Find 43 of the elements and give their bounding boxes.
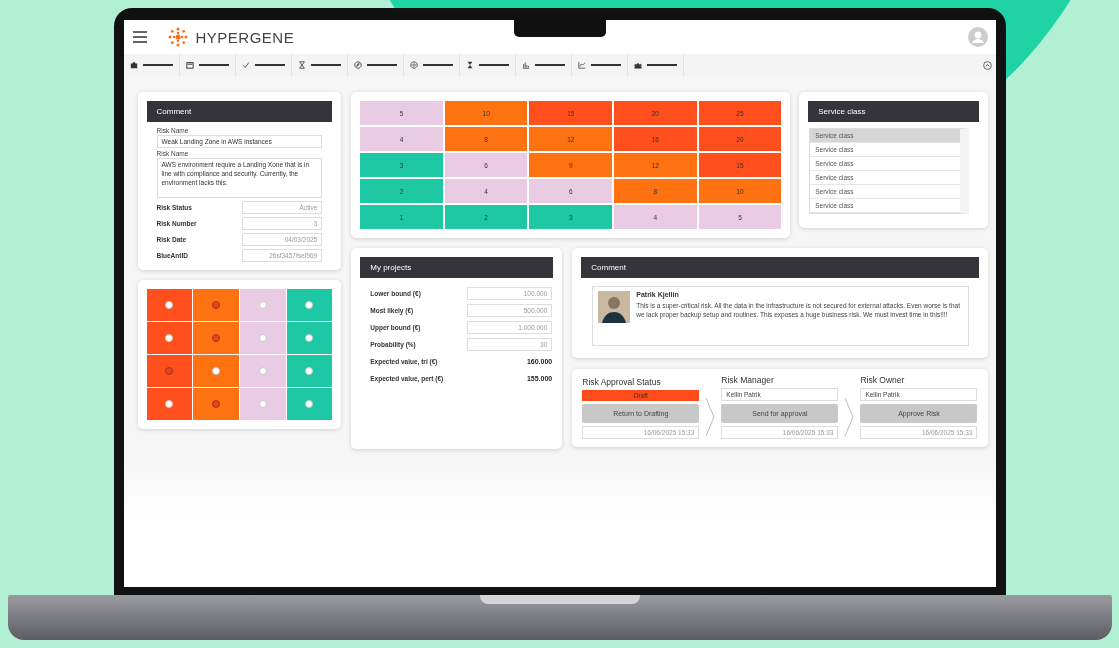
people-icon [633,61,642,69]
hourglass-icon [297,61,306,69]
radio-dot[interactable] [212,334,221,342]
calendar-icon [185,61,194,69]
collapse-icon[interactable] [982,60,992,70]
grid-cell[interactable] [146,355,193,387]
grid-cell[interactable] [286,322,333,354]
grid-cell[interactable] [146,388,193,420]
compass-icon [353,61,362,69]
grid-cell[interactable] [239,289,286,321]
radio-dot[interactable] [212,301,221,309]
grid-cell[interactable] [239,355,286,387]
chevron-icon [705,397,716,437]
grid-cell[interactable] [286,388,333,420]
radio-dot[interactable] [212,400,221,408]
grid-cell[interactable] [239,322,286,354]
card-title: My projects [360,257,554,278]
hourglass-solid-icon [465,61,474,69]
card-title: Service class [808,101,979,122]
step-title: Risk Approval Status [582,377,662,387]
step-title: Risk Manager [721,375,775,385]
brand-name: HYPERGENE [195,28,295,46]
grid-cell[interactable] [193,289,239,321]
grid-cell[interactable] [146,322,193,354]
radio-dot[interactable] [165,367,174,375]
chevron-icon [844,397,855,437]
menu-icon[interactable] [131,30,148,44]
line-icon [577,61,586,69]
grid-cell[interactable] [286,355,333,387]
grid-cell[interactable] [239,388,286,420]
grid-cell[interactable] [193,388,239,420]
check-icon [241,61,250,69]
briefcase-icon [129,61,138,69]
grid-cell[interactable] [193,355,239,387]
card-title: Comment [146,101,333,122]
grid-cell[interactable] [286,289,333,321]
photo-placeholder [598,291,631,323]
grid-cell[interactable] [146,289,193,321]
grid-cell[interactable] [193,322,239,354]
user-avatar-icon[interactable] [967,27,988,47]
step-title: Risk Owner [860,375,906,385]
card-title: Comment [581,257,979,278]
bar-icon [521,61,530,69]
